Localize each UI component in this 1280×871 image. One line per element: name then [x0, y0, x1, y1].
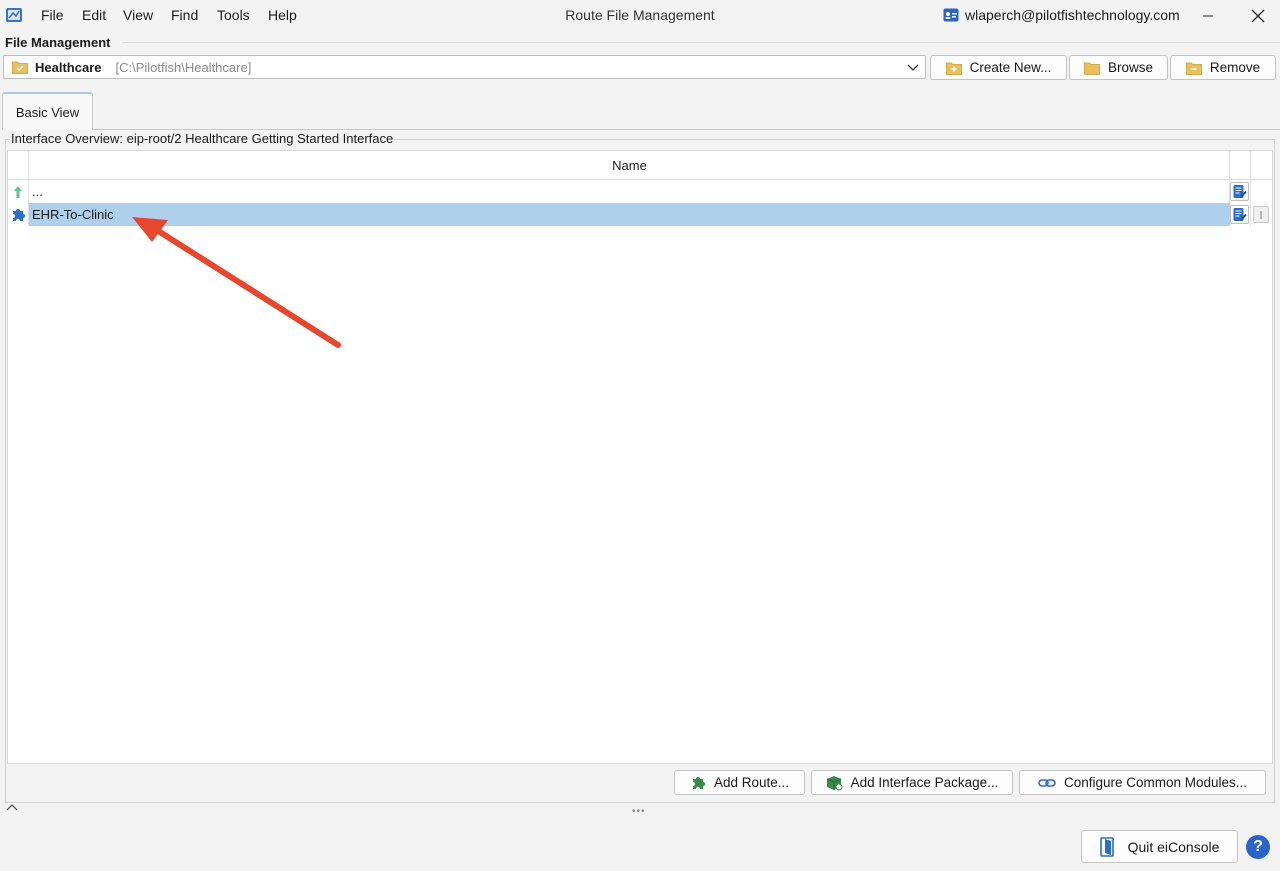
- new-folder-icon: [945, 62, 962, 75]
- chevron-down-icon[interactable]: [905, 59, 921, 75]
- add-interface-package-button[interactable]: Add Interface Package...: [811, 770, 1013, 795]
- extra-column-header: [1251, 151, 1272, 180]
- up-arrow-icon: [14, 186, 22, 198]
- exit-door-icon: [1099, 836, 1114, 857]
- workspace-path: [C:\Pilotfish\Healthcare]: [115, 59, 252, 75]
- workspace-name: Healthcare: [35, 59, 102, 75]
- workspace-folder-icon: [12, 61, 28, 74]
- menu-help[interactable]: Help: [268, 7, 297, 23]
- remove-folder-icon: [1185, 62, 1202, 75]
- edit-column-header: [1230, 151, 1251, 180]
- menu-view[interactable]: View: [123, 7, 153, 23]
- file-management-title: File Management: [5, 35, 111, 50]
- edit-row-button[interactable]: [1230, 205, 1249, 224]
- add-route-button[interactable]: Add Route...: [674, 770, 805, 795]
- edit-row-button[interactable]: [1230, 182, 1249, 201]
- tab-basic-view[interactable]: Basic View: [2, 92, 93, 130]
- link-icon: [1038, 778, 1056, 787]
- minimize-icon: [1203, 15, 1213, 16]
- row-selection-highlight: [29, 203, 1230, 226]
- minimize-button[interactable]: [1185, 0, 1231, 31]
- table-row-parent[interactable]: ...: [8, 180, 1272, 203]
- create-new-button[interactable]: Create New...: [930, 55, 1067, 80]
- edit-document-icon: [1233, 185, 1247, 198]
- user-card-icon: [943, 8, 959, 22]
- row-label-route: EHR-To-Clinic: [32, 207, 114, 222]
- title-bar: File Edit View Find Tools Help Route Fil…: [0, 0, 1280, 31]
- configure-common-modules-label: Configure Common Modules...: [1063, 775, 1248, 790]
- collapse-chevron-icon[interactable]: [6, 803, 18, 813]
- tab-divider: [93, 129, 1280, 130]
- row-label-parent: ...: [32, 184, 43, 199]
- folder-icon: [1084, 62, 1100, 75]
- section-divider: [122, 42, 1280, 43]
- configure-common-modules-button[interactable]: Configure Common Modules...: [1019, 770, 1266, 795]
- icon-column-header: [8, 151, 29, 180]
- user-email: wlaperch@pilotfishtechnology.com: [965, 7, 1180, 23]
- puzzle-route-icon: [13, 209, 25, 221]
- close-icon: [1251, 9, 1265, 22]
- help-icon[interactable]: ?: [1246, 835, 1270, 859]
- add-route-label: Add Route...: [713, 775, 790, 790]
- puzzle-add-icon: [692, 776, 705, 789]
- menu-file[interactable]: File: [41, 7, 64, 23]
- edit-document-icon: [1233, 208, 1247, 221]
- close-window-button[interactable]: [1235, 0, 1280, 31]
- remove-button[interactable]: Remove: [1170, 55, 1276, 80]
- table-row-route[interactable]: EHR-To-Clinic: [8, 203, 1272, 226]
- splitter-handle[interactable]: •••: [632, 806, 646, 817]
- browse-label: Browse: [1107, 60, 1153, 75]
- routes-table: Name ... EHR-To-Clinic: [7, 150, 1273, 764]
- info-icon: [1260, 210, 1262, 219]
- name-column-header[interactable]: Name: [29, 151, 1230, 180]
- create-new-label: Create New...: [969, 60, 1052, 75]
- quit-label: Quit eiConsole: [1127, 838, 1220, 855]
- remove-label: Remove: [1209, 60, 1261, 75]
- row-info-button[interactable]: [1253, 206, 1269, 223]
- menu-tools[interactable]: Tools: [217, 7, 250, 23]
- menu-edit[interactable]: Edit: [82, 7, 106, 23]
- workspace-selector[interactable]: Healthcare [C:\Pilotfish\Healthcare]: [3, 55, 926, 79]
- menu-find[interactable]: Find: [171, 7, 198, 23]
- quit-button[interactable]: Quit eiConsole: [1081, 830, 1238, 863]
- app-logo-icon[interactable]: [5, 6, 23, 24]
- add-interface-package-label: Add Interface Package...: [850, 775, 999, 790]
- interface-overview-title: Interface Overview: eip-root/2 Healthcar…: [10, 131, 395, 146]
- user-account[interactable]: wlaperch@pilotfishtechnology.com: [943, 7, 1180, 23]
- package-add-icon: [826, 775, 843, 790]
- browse-button[interactable]: Browse: [1069, 55, 1168, 80]
